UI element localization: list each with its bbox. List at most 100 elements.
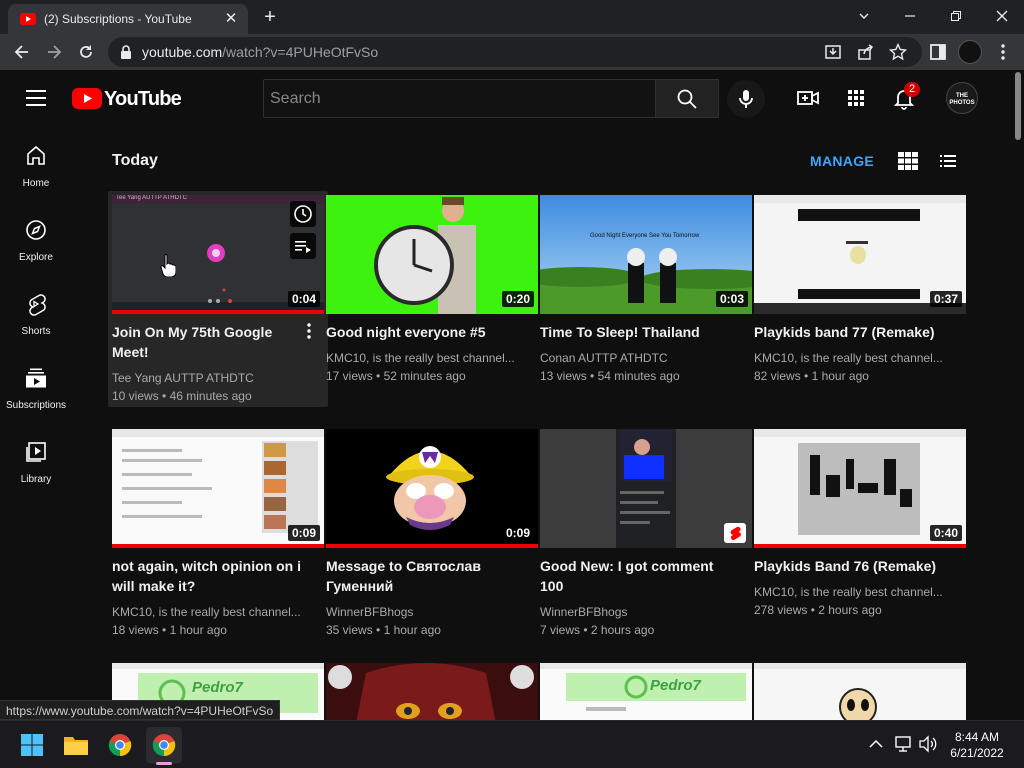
notifications-button[interactable]: 2 [892,82,920,110]
file-explorer-button[interactable] [58,727,94,763]
video-duration: 0:40 [929,525,962,541]
video-title[interactable]: Message to Святослав Гуменний [326,556,522,596]
close-window-icon[interactable] [982,2,1022,30]
video-card[interactable]: 0:20 Good night everyone #5 KMC10, is th… [326,195,538,395]
channel-name[interactable]: KMC10, is the really best channel... [326,351,522,365]
video-title[interactable]: Good New: I got comment 100 [540,556,736,596]
voice-search-button[interactable] [727,80,765,118]
channel-name[interactable]: KMC10, is the really best channel... [754,585,950,599]
video-title[interactable]: Time To Sleep! Thailand [540,322,736,342]
youtube-logo[interactable]: YouTube [72,87,182,111]
search-button[interactable] [655,79,719,118]
reload-icon[interactable] [72,38,100,66]
video-card[interactable] [754,663,966,720]
side-panel-icon[interactable] [928,42,948,62]
channel-name[interactable]: KMC10, is the really best channel... [112,605,308,619]
sidebar-item-explore[interactable]: Explore [0,200,72,274]
back-icon[interactable] [8,38,36,66]
video-card[interactable] [326,663,538,720]
new-tab-icon[interactable]: + [258,5,282,29]
page-scrollbar[interactable] [1012,70,1024,726]
video-duration: 0:03 [715,291,748,307]
video-thumbnail[interactable]: Pedro7 [540,663,752,720]
add-to-queue-button[interactable] [290,233,316,259]
mini-guide-sidebar: Home Explore Shorts Subscriptions Librar… [0,126,72,726]
folder-icon [64,737,88,755]
chrome-taskbar-button[interactable] [102,727,138,763]
video-thumbnail[interactable]: 0:09 [326,429,538,548]
account-avatar[interactable]: THE PHOTOS [946,82,978,114]
video-title[interactable]: Playkids band 77 (Remake) [754,322,950,342]
more-actions-icon[interactable] [302,321,316,341]
sidebar-item-label: Home [22,178,50,189]
channel-name[interactable]: Tee Yang AUTTP ATHDTC [112,371,308,385]
list-view-icon[interactable] [938,152,958,170]
video-meta: 17 views • 52 minutes ago [326,369,466,383]
video-thumbnail[interactable]: 0:40 [754,429,966,548]
video-card[interactable]: Good Night Everyone See You Tomorrow 0:0… [540,195,752,395]
video-card[interactable]: Good New: I got comment 100 WinnerBFBhog… [540,429,752,637]
video-thumbnail[interactable]: 0:20 [326,195,538,314]
video-title[interactable]: not again, witch opinion on i will make … [112,556,308,596]
chrome-active-taskbar-button[interactable] [146,727,182,765]
video-card[interactable]: 0:09 not again, witch opinion on i will … [112,429,324,637]
video-title[interactable]: Playkids Band 76 (Remake) [754,556,950,576]
video-card[interactable]: Pedro7 [540,663,752,720]
channel-name[interactable]: WinnerBFBhogs [326,605,522,619]
creature-thumbnail [326,663,538,720]
compass-icon [26,220,46,240]
chevron-up-icon[interactable] [868,737,884,751]
sidebar-item-shorts[interactable]: Shorts [0,274,72,348]
system-clock[interactable]: 8:44 AM 6/21/2022 [942,729,1012,761]
install-app-icon[interactable] [824,43,842,61]
close-tab-icon[interactable]: ✕ [222,10,240,28]
video-thumbnail[interactable] [754,663,966,720]
menu-dots-icon[interactable] [993,42,1013,62]
watched-progress-bar [112,310,324,314]
video-card[interactable]: 0:40 Playkids Band 76 (Remake) KMC10, is… [754,429,966,629]
sidebar-item-library[interactable]: Library [0,422,72,496]
channel-name[interactable]: KMC10, is the really best channel... [754,351,950,365]
video-thumbnail[interactable] [326,663,538,720]
bookmark-star-icon[interactable] [889,43,907,61]
network-icon[interactable] [894,735,912,753]
video-thumbnail[interactable] [540,429,752,548]
video-meta: 82 views • 1 hour ago [754,369,869,383]
video-thumbnail[interactable]: 0:09 [112,429,324,548]
video-card[interactable]: Tee Yang AUTTP ATHDTC 0:04 Join On My 75… [108,191,328,407]
sidebar-item-subscriptions[interactable]: Subscriptions [0,348,72,422]
video-meta: 13 views • 54 minutes ago [540,369,680,383]
channel-name[interactable]: Conan AUTTP ATHDTC [540,351,736,365]
video-duration: 0:37 [929,291,962,307]
channel-name[interactable]: WinnerBFBhogs [540,605,736,619]
volume-icon[interactable] [918,735,938,753]
subscriptions-icon [26,368,46,388]
browser-tab[interactable]: (2) Subscriptions - YouTube ✕ [8,4,248,34]
forward-icon[interactable] [40,38,68,66]
create-video-icon[interactable] [796,86,820,110]
video-card[interactable]: 0:09 Message to Святослав Гуменний Winne… [326,429,538,637]
avatar-text: THE PHOTOS [949,93,975,106]
profile-avatar-icon[interactable] [958,40,982,64]
manage-button[interactable]: MANAGE [810,153,874,169]
watch-later-button[interactable] [290,201,316,227]
video-title[interactable]: Good night everyone #5 [326,322,522,342]
start-button[interactable] [14,727,50,763]
video-thumbnail[interactable]: 0:37 [754,195,966,314]
address-bar[interactable]: youtube.com/watch?v=4PUHeOtFvSo [108,37,922,67]
tab-search-icon[interactable] [844,2,884,30]
video-title[interactable]: Join On My 75th Google Meet! [112,322,308,362]
hamburger-menu-icon[interactable] [24,87,48,109]
video-thumbnail[interactable]: Tee Yang AUTTP ATHDTC 0:04 [112,195,324,314]
video-thumbnail[interactable]: Good Night Everyone See You Tomorrow 0:0… [540,195,752,314]
minimize-icon[interactable] [890,2,930,30]
scrollbar-thumb[interactable] [1015,72,1021,140]
share-icon[interactable] [857,43,875,61]
restore-icon[interactable] [936,2,976,30]
search-input[interactable] [264,80,655,117]
video-card[interactable]: 0:37 Playkids band 77 (Remake) KMC10, is… [754,195,966,395]
sidebar-item-home[interactable]: Home [0,126,72,200]
library-icon [26,442,46,462]
apps-grid-icon[interactable] [844,86,868,110]
grid-view-icon[interactable] [898,152,918,170]
